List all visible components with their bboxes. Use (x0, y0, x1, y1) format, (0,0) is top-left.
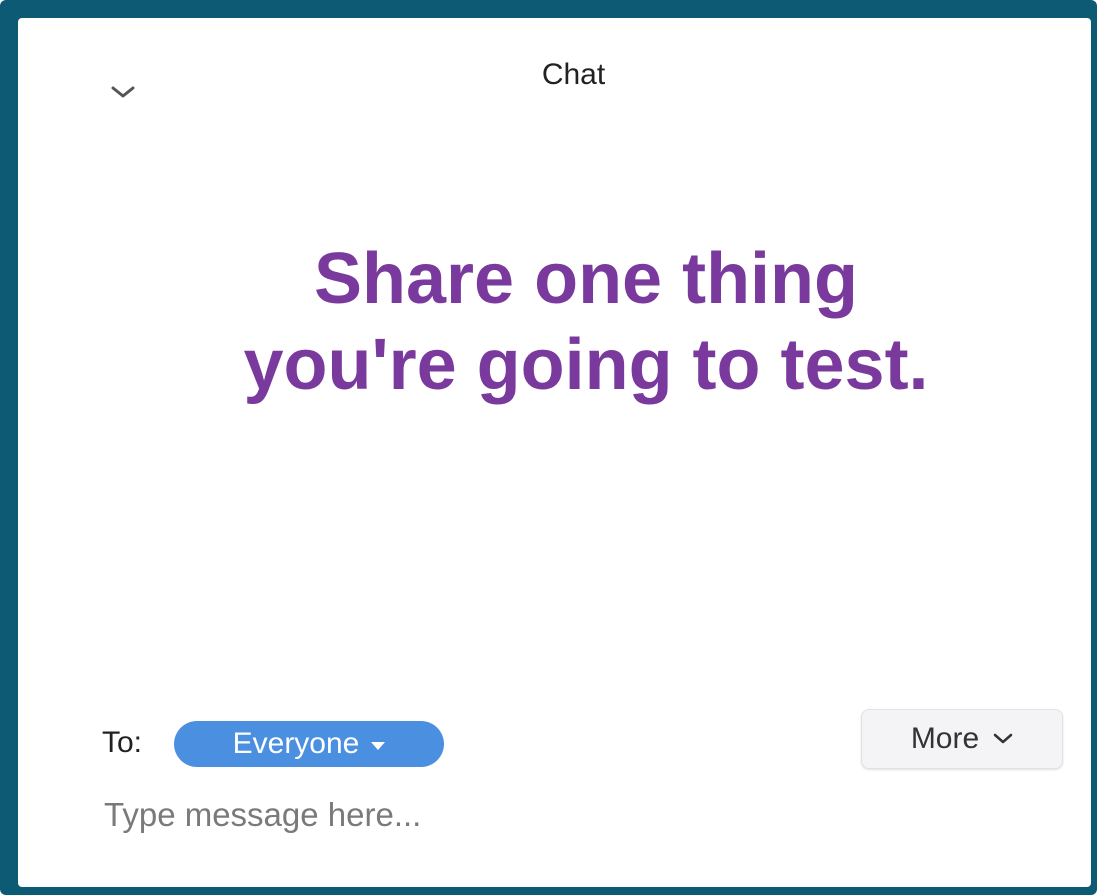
recipient-dropdown[interactable]: Everyone (174, 721, 444, 767)
prompt-line-1: Share one thing (313, 239, 859, 319)
chat-panel: Chat Share one thing you're going to tes… (18, 18, 1091, 887)
chevron-down-icon (993, 733, 1013, 744)
more-button[interactable]: More (861, 709, 1063, 769)
chat-title: Chat (541, 58, 606, 91)
to-label: To: (102, 726, 143, 759)
prompt-text: Share one thing you're going to test. (18, 236, 1097, 408)
window-frame: Chat Share one thing you're going to tes… (0, 0, 1097, 895)
more-label: More (910, 722, 980, 755)
message-input[interactable] (104, 790, 1064, 840)
recipient-label: Everyone (232, 727, 360, 760)
prompt-line-2: you're going to test. (243, 325, 929, 405)
caret-down-icon (371, 742, 386, 750)
